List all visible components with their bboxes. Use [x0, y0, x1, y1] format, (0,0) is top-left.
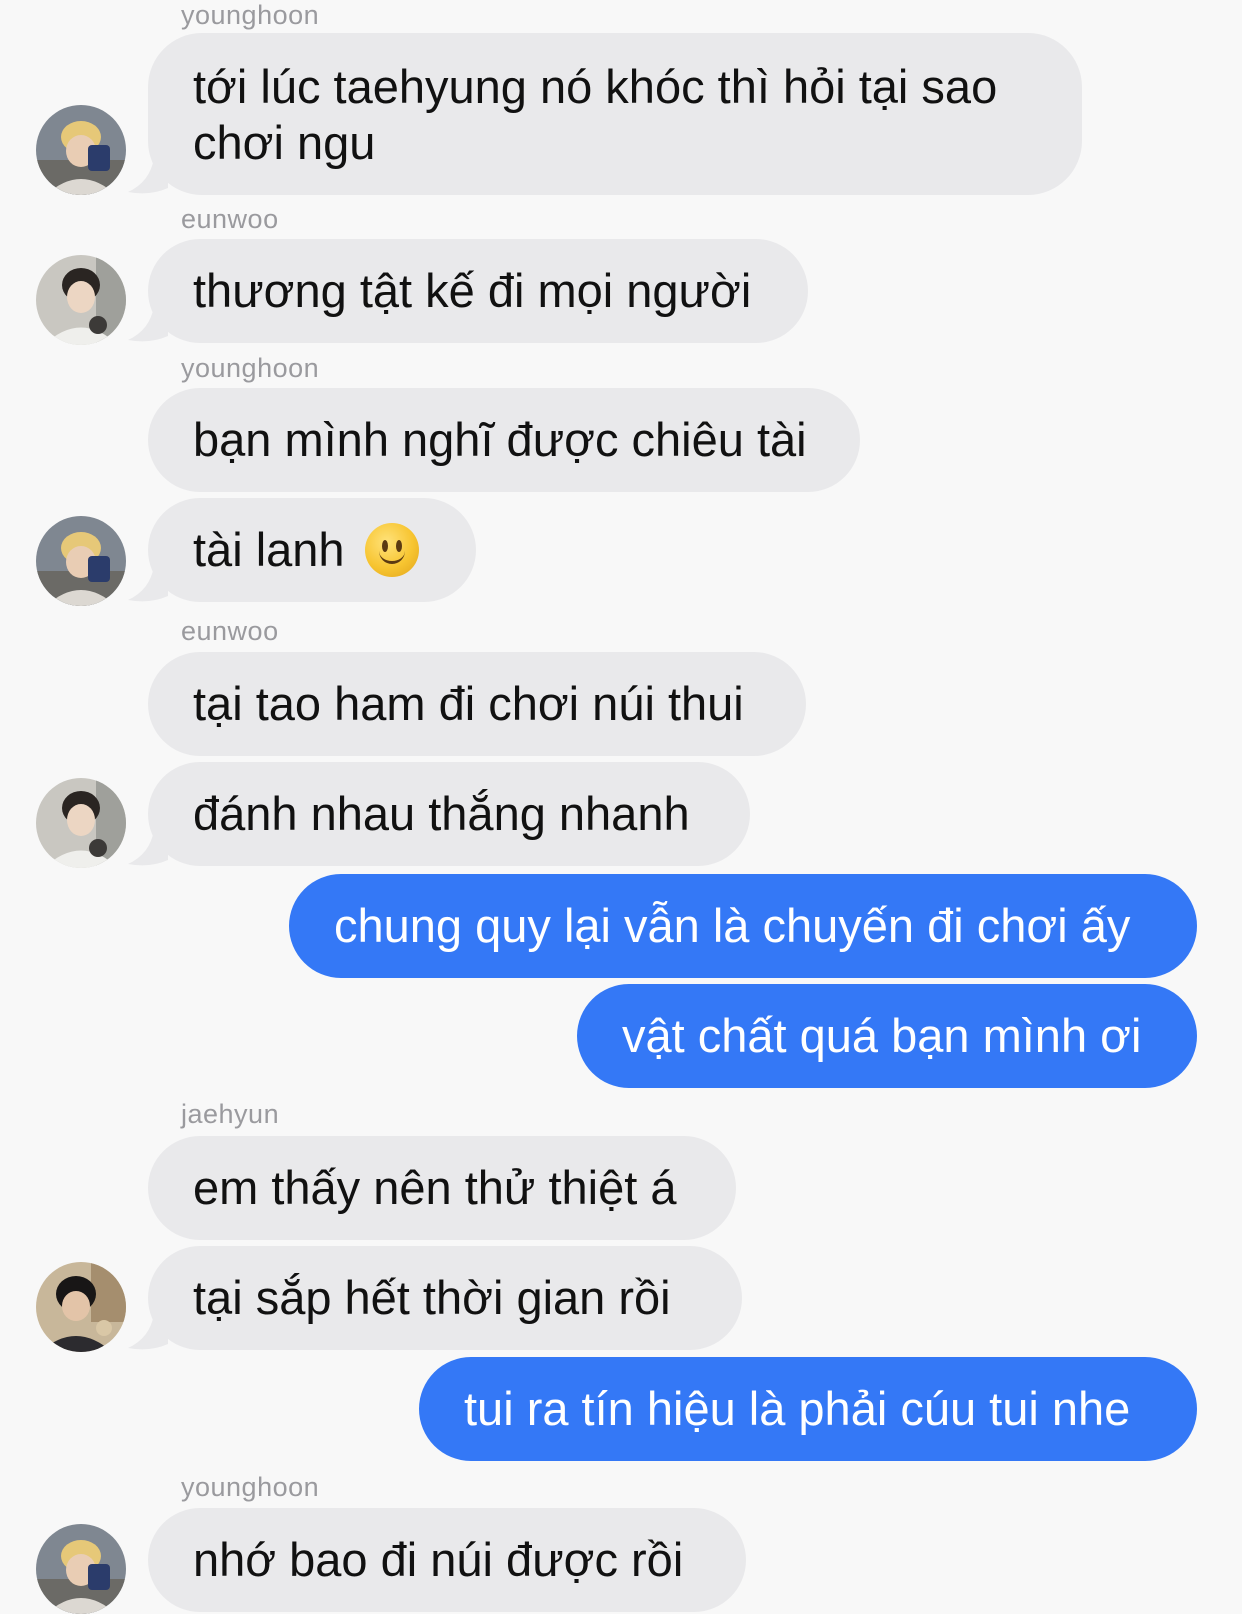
avatar[interactable] — [36, 1262, 126, 1352]
message-text: tài lanh — [193, 523, 345, 576]
message-bubble[interactable]: bạn mình nghĩ được chiêu tài — [148, 388, 860, 492]
avatar[interactable] — [36, 778, 126, 868]
message-bubble[interactable]: đánh nhau thắng nhanh — [148, 762, 750, 866]
message-bubble[interactable]: tại tao ham đi chơi núi thui — [148, 652, 806, 756]
message-bubble[interactable]: tài lanh — [148, 498, 476, 602]
message-bubble[interactable]: nhớ bao đi núi được rồi — [148, 1508, 746, 1612]
sender-name: eunwoo — [181, 616, 279, 646]
message-thread[interactable]: younghoon tới lúc taehyung nó khóc thì h… — [0, 0, 1242, 1614]
avatar[interactable] — [36, 1524, 126, 1614]
bubble-tail — [128, 158, 168, 194]
message-bubble-outgoing[interactable]: chung quy lại vẫn là chuyến đi chơi ấy — [289, 874, 1197, 978]
sender-name: younghoon — [181, 353, 320, 383]
bubble-tail — [128, 566, 168, 602]
sender-name: younghoon — [181, 1472, 320, 1502]
message-bubble[interactable]: tới lúc taehyung nó khóc thì hỏi tại sao… — [148, 33, 1082, 195]
bubble-tail — [128, 1314, 168, 1350]
avatar[interactable] — [36, 516, 126, 606]
message-bubble[interactable]: em thấy nên thử thiệt á — [148, 1136, 736, 1240]
message-bubble[interactable]: tại sắp hết thời gian rồi — [148, 1246, 742, 1350]
avatar-eunwoo-icon — [36, 778, 126, 868]
sender-name: younghoon — [181, 0, 320, 30]
avatar-younghoon-icon — [36, 1524, 126, 1614]
message-bubble-outgoing[interactable]: tui ra tín hiệu là phải cúu tui nhe — [419, 1357, 1197, 1461]
message-bubble[interactable]: thương tật kế đi mọi người — [148, 239, 808, 343]
avatar-eunwoo-icon — [36, 255, 126, 345]
avatar-jaehyun-icon — [36, 1262, 126, 1352]
bubble-tail — [128, 306, 168, 342]
message-bubble-outgoing[interactable]: vật chất quá bạn mình ơi — [577, 984, 1197, 1088]
slightly-smiling-face-icon — [364, 522, 419, 577]
avatar[interactable] — [36, 105, 126, 195]
bubble-tail — [128, 830, 168, 866]
avatar-younghoon-icon — [36, 105, 126, 195]
sender-name: jaehyun — [181, 1099, 280, 1129]
sender-name: eunwoo — [181, 204, 279, 234]
avatar-younghoon-icon — [36, 516, 126, 606]
avatar[interactable] — [36, 255, 126, 345]
